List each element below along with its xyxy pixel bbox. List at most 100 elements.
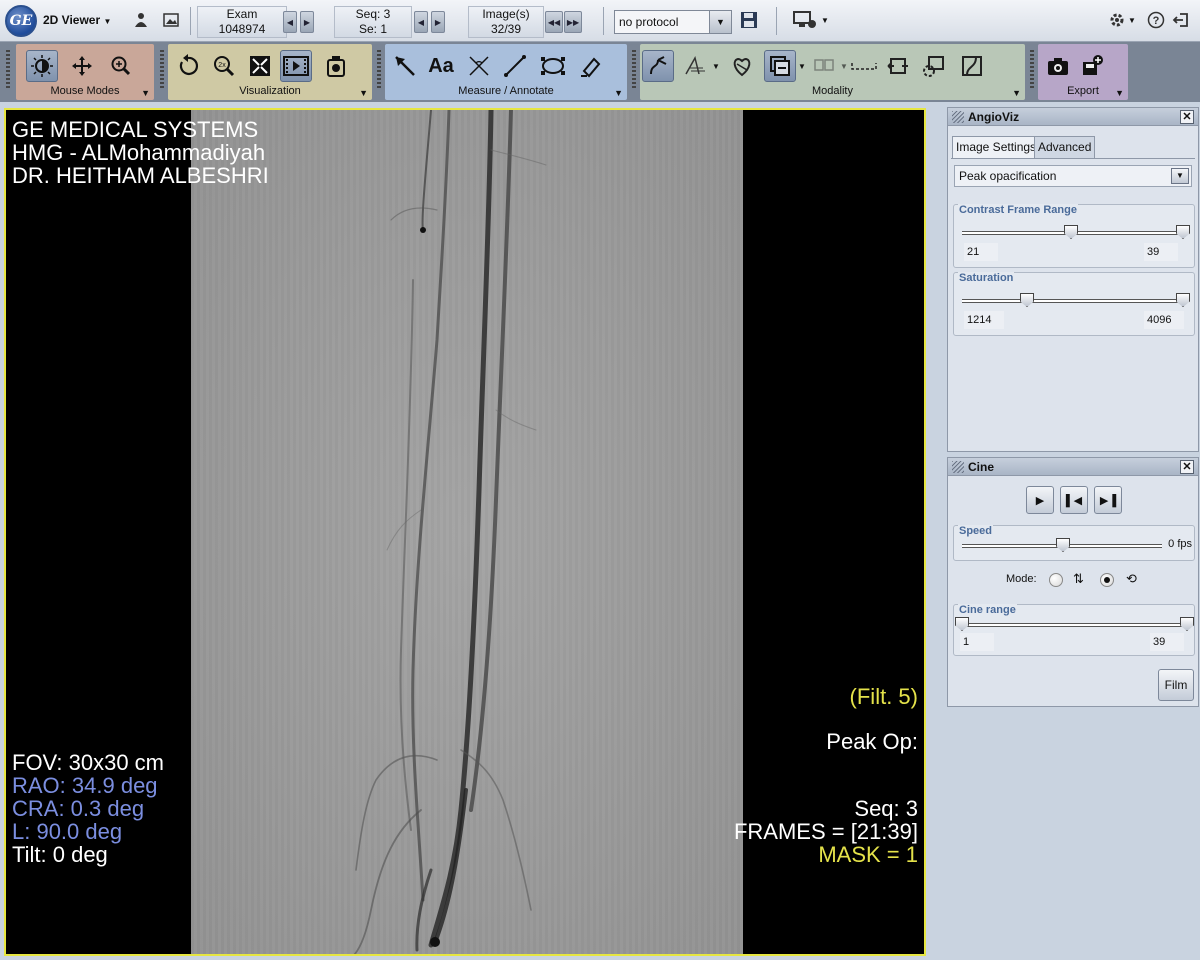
top-bar: GE 2D Viewer ▼ Exam 1048974 ◀ ▶ Seq: 3 S… [0, 0, 1200, 42]
landmark-icon[interactable] [848, 50, 880, 82]
contrast-range-max-thumb[interactable] [1176, 225, 1190, 239]
contrast-range-max-value[interactable]: 39 [1144, 243, 1178, 261]
exam-prev-button[interactable]: ◀ [283, 11, 297, 33]
ellipse-roi-icon[interactable] [537, 50, 569, 82]
chevron-down-icon[interactable]: ▼ [820, 9, 830, 31]
chevron-down-icon[interactable]: ▼ [1012, 88, 1021, 98]
cine-title: Cine [968, 460, 995, 474]
exam-next-button[interactable]: ▶ [300, 11, 314, 33]
seq-prev-button[interactable]: ◀ [414, 11, 428, 33]
image-browser-icon[interactable] [160, 9, 182, 31]
panel-grip-icon[interactable] [952, 461, 964, 473]
angioviz-header: AngioViz ✕ [948, 108, 1198, 126]
pointer-arrow-icon[interactable] [389, 50, 421, 82]
cine-range-max-thumb[interactable] [1180, 617, 1194, 631]
contrast-range-min-value[interactable]: 21 [964, 243, 998, 261]
saturation-group: Saturation 1214 4096 [953, 272, 1195, 336]
tab-advanced[interactable]: Advanced [1034, 136, 1096, 158]
chevron-down-icon[interactable]: ▼ [796, 50, 808, 82]
saturation-min-value[interactable]: 1214 [964, 311, 1004, 329]
angioviz-title: AngioViz [968, 110, 1020, 124]
subtraction-icon[interactable] [320, 50, 352, 82]
toolbar-grip[interactable] [1030, 50, 1034, 90]
speed-thumb[interactable] [1056, 538, 1070, 552]
close-icon[interactable]: ✕ [1180, 110, 1194, 124]
mode-sweep-radio[interactable] [1100, 573, 1114, 587]
saturation-max-thumb[interactable] [1176, 293, 1190, 307]
patient-icon[interactable] [130, 9, 152, 31]
protocol-select[interactable]: no protocol ▼ [614, 10, 732, 34]
mode-label: Mode: [1006, 573, 1037, 585]
step-back-button[interactable]: ▌◀ [1060, 486, 1088, 514]
road-map-icon[interactable] [956, 50, 988, 82]
peak-op-text: Peak Op: [826, 729, 918, 754]
saturation-max-value[interactable]: 4096 [1144, 311, 1184, 329]
chevron-down-icon[interactable]: ▼ [141, 88, 150, 98]
play-button[interactable]: ▶ [1026, 486, 1054, 514]
tab-image-settings[interactable]: Image Settings [952, 136, 1041, 159]
saturation-track[interactable] [962, 299, 1186, 303]
text-annotation-icon[interactable]: Aa [425, 50, 457, 82]
viewer-title-dropdown[interactable]: 2D Viewer ▼ [43, 13, 111, 27]
eraser-icon[interactable] [575, 50, 607, 82]
images-label: Image(s) [482, 7, 530, 21]
fit-to-window-icon[interactable] [244, 50, 276, 82]
image-forward-button[interactable]: ▶▶ [564, 11, 582, 33]
panel-grip-icon[interactable] [952, 111, 964, 123]
cine-range-track[interactable] [962, 623, 1186, 627]
logout-icon[interactable] [1170, 9, 1192, 31]
contrast-range-min-thumb[interactable] [1064, 225, 1078, 239]
step-forward-button[interactable]: ▶▐ [1094, 486, 1122, 514]
angioviz-mode-value: Peak opacification [959, 169, 1057, 183]
chevron-down-icon: ▼ [103, 17, 112, 26]
zoom-2x-icon[interactable]: 2x [208, 50, 240, 82]
measure-annotate-group: Aa Measure / Annotate ▼ [385, 44, 627, 100]
chevron-down-icon[interactable]: ▼ [1115, 88, 1124, 98]
gear-icon[interactable] [1106, 9, 1128, 31]
seq-label: Seq: 3 [355, 7, 391, 21]
seq-next-button[interactable]: ▶ [431, 11, 445, 33]
heart-analysis-icon[interactable] [726, 50, 758, 82]
display-settings-icon[interactable] [790, 9, 820, 31]
toolbar-grip[interactable] [632, 50, 636, 90]
camera-icon[interactable] [1042, 50, 1074, 82]
chevron-down-icon[interactable]: ▼ [614, 88, 623, 98]
help-icon[interactable]: ? [1145, 9, 1167, 31]
image-rewind-button[interactable]: ◀◀ [545, 11, 563, 33]
mask-select-icon[interactable] [764, 50, 796, 82]
mouse-modes-group: Mouse Modes ▼ [16, 44, 154, 100]
toolbar-grip[interactable] [6, 50, 10, 90]
film-button[interactable]: Film [1158, 669, 1194, 701]
zoom-icon[interactable] [104, 50, 136, 82]
export-file-icon[interactable] [1076, 50, 1108, 82]
protocol-value: no protocol [619, 15, 679, 29]
chevron-down-icon[interactable]: ▼ [1127, 9, 1137, 31]
rotate-icon[interactable] [172, 50, 204, 82]
image-viewport[interactable]: GE MEDICAL SYSTEMS HMG - ALMohammadiyah … [4, 108, 926, 956]
institution-line2: HMG - ALMohammadiyah [12, 140, 266, 165]
cine-range-min-thumb[interactable] [955, 617, 969, 631]
toolbar-grip[interactable] [160, 50, 164, 90]
stenosis-analysis-icon[interactable] [680, 50, 712, 82]
distance-measure-icon[interactable] [499, 50, 531, 82]
pan-icon[interactable] [66, 50, 98, 82]
cine-view-icon[interactable] [280, 50, 312, 82]
cine-range-max-value[interactable]: 39 [1150, 633, 1184, 651]
chevron-down-icon[interactable]: ▼ [710, 50, 722, 82]
angle-measure-icon[interactable] [463, 50, 495, 82]
se-label: Se: 1 [358, 22, 388, 36]
save-icon[interactable] [738, 9, 760, 31]
vessel-tracking-icon[interactable] [642, 50, 674, 82]
physician-name: DR. HEITHAM ALBESHRI [12, 163, 269, 188]
mode-loop-radio[interactable] [1049, 573, 1063, 587]
saturation-min-thumb[interactable] [1020, 293, 1034, 307]
angioviz-mode-select[interactable]: Peak opacification ▼ [954, 165, 1192, 187]
cine-range-min-value[interactable]: 1 [960, 633, 994, 651]
window-level-icon[interactable] [26, 50, 58, 82]
toolbar-grip[interactable] [377, 50, 381, 90]
reference-image-icon[interactable] [882, 50, 914, 82]
cine-header: Cine ✕ [948, 458, 1198, 476]
auto-pixel-shift-icon[interactable] [918, 50, 950, 82]
chevron-down-icon[interactable]: ▼ [359, 88, 368, 98]
close-icon[interactable]: ✕ [1180, 460, 1194, 474]
